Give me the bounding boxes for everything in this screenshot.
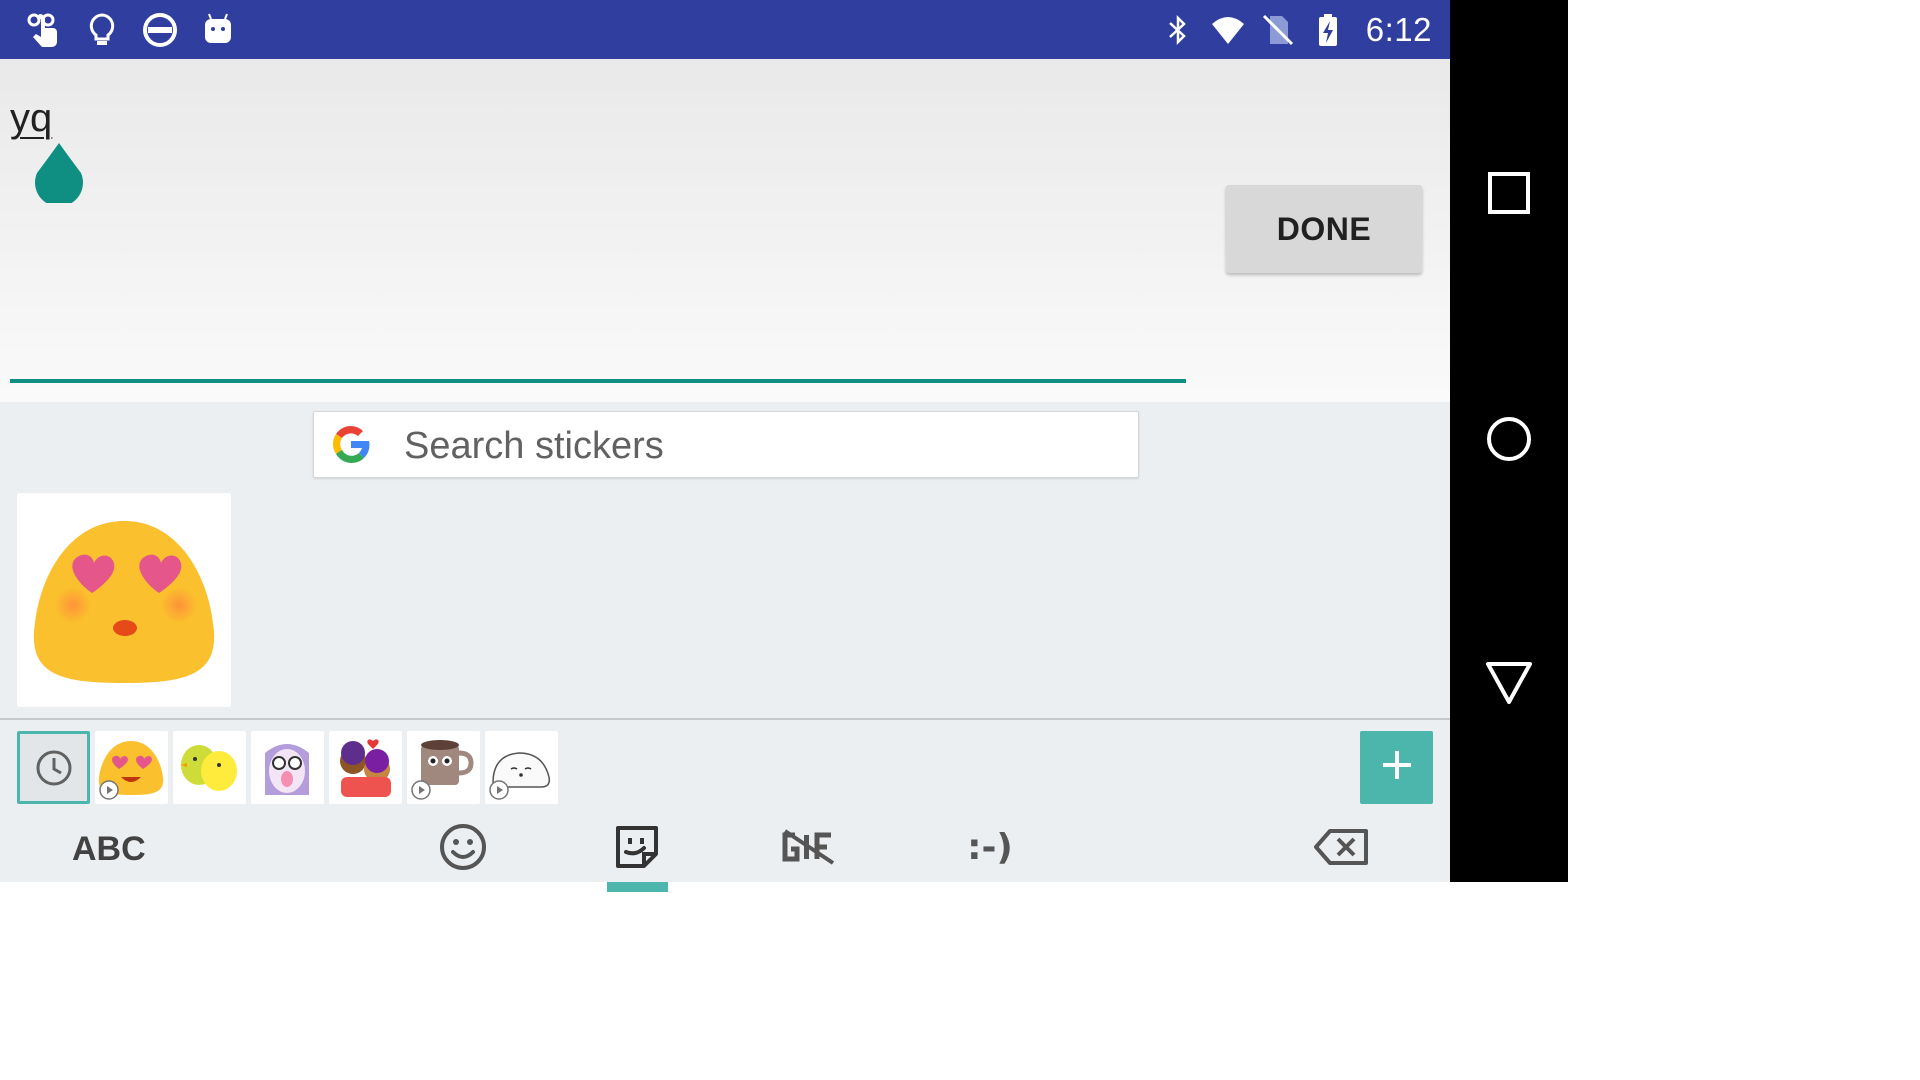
- clock-time: 6:12: [1365, 11, 1432, 48]
- edit-underline: [10, 379, 1186, 383]
- status-bar: 6:12: [0, 0, 1450, 59]
- heart-eyes-blob-sticker[interactable]: [17, 493, 231, 707]
- backspace-icon: [1312, 827, 1370, 867]
- sticker-tab[interactable]: [610, 820, 664, 874]
- sticker-pack-strip: [17, 731, 558, 804]
- sticker-keyboard: Search stickers ABC:-): [0, 402, 1450, 892]
- cursor-handle-icon[interactable]: [33, 141, 85, 207]
- recents-button[interactable]: [1450, 150, 1568, 240]
- search-placeholder: Search stickers: [404, 425, 664, 467]
- couple-pack[interactable]: [329, 731, 402, 804]
- wifi-icon: [1210, 12, 1246, 48]
- touch-icon: [24, 10, 64, 50]
- edit-text-value[interactable]: yq: [10, 96, 52, 141]
- emoji-tab[interactable]: [436, 820, 490, 874]
- keyboard-bottom-bar: ABC :-): [0, 812, 1450, 892]
- smiley-icon: [438, 822, 488, 872]
- home-button[interactable]: [1450, 396, 1568, 486]
- coffee-cup-pack[interactable]: [407, 731, 480, 804]
- chick-pack[interactable]: [173, 731, 246, 804]
- navigation-bar: [1450, 0, 1568, 882]
- battery-charging-icon: [1310, 12, 1346, 48]
- recent-pack-tab[interactable]: [17, 731, 90, 804]
- no-sim-icon: [1260, 12, 1296, 48]
- sticker-icon: [612, 822, 662, 872]
- sticker-search-input[interactable]: Search stickers: [313, 411, 1139, 478]
- android-icon: [198, 10, 238, 50]
- home-circle-icon: [1484, 414, 1534, 469]
- emoticon-label: :-): [967, 826, 1013, 868]
- sticker-tab-active-indicator: [607, 882, 668, 892]
- lightbulb-icon: [82, 10, 122, 50]
- google-g-icon: [328, 421, 374, 467]
- text-edit-area[interactable]: yq DONE: [0, 59, 1450, 402]
- gif-icon: [779, 827, 839, 867]
- owl-pack[interactable]: [251, 731, 324, 804]
- backspace-button[interactable]: [1312, 820, 1370, 874]
- keyboard-divider: [0, 718, 1450, 720]
- emoticon-tab[interactable]: :-): [960, 820, 1020, 874]
- back-triangle-icon: [1484, 658, 1534, 713]
- abc-button[interactable]: ABC: [72, 830, 146, 869]
- gif-tab[interactable]: [779, 820, 839, 874]
- do-not-disturb-icon: [140, 10, 180, 50]
- recents-square-icon: [1484, 168, 1534, 223]
- plus-icon: [1380, 748, 1414, 787]
- recent-icon: [34, 748, 74, 788]
- blob-emoji-pack[interactable]: [95, 731, 168, 804]
- done-button[interactable]: DONE: [1226, 185, 1422, 273]
- back-button[interactable]: [1450, 640, 1568, 730]
- bluetooth-icon: [1160, 12, 1196, 48]
- seal-pack[interactable]: [485, 731, 558, 804]
- add-sticker-pack-button[interactable]: [1360, 731, 1433, 804]
